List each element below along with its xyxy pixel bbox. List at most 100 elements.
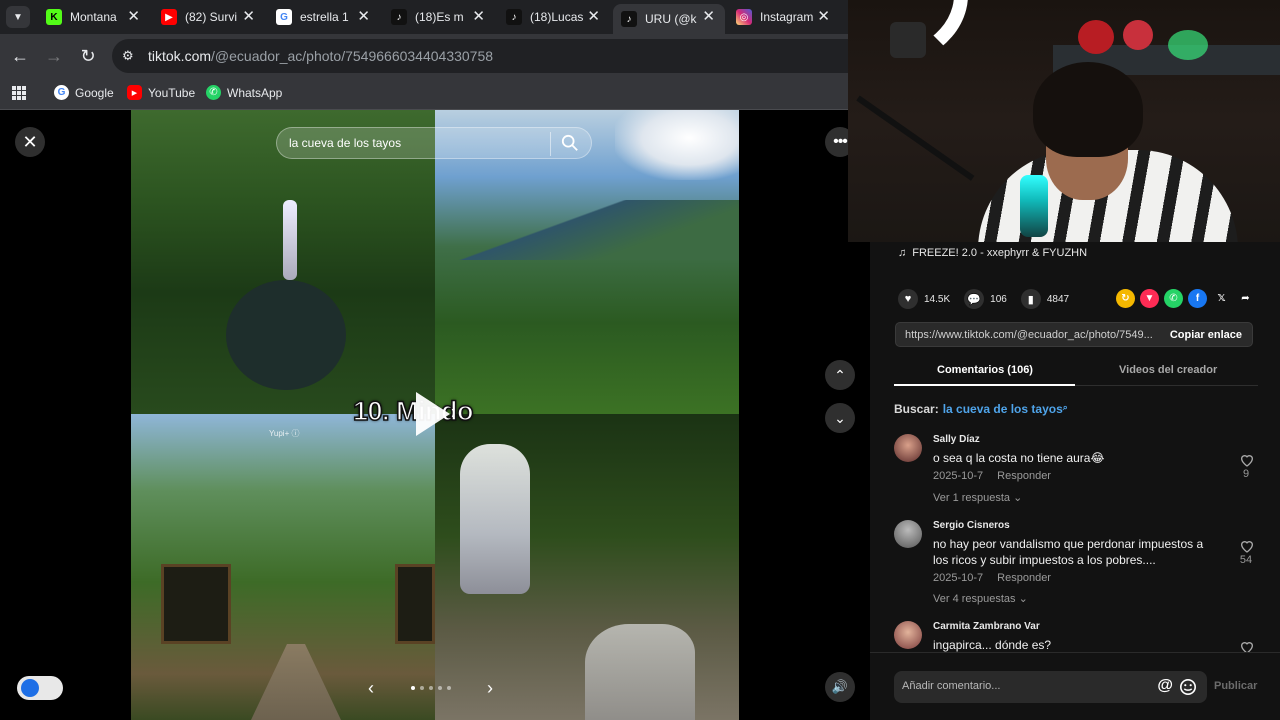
- previous-post-button[interactable]: ⌃: [825, 360, 855, 390]
- bookmark-label: WhatsApp: [227, 85, 283, 100]
- comment-text: ingapirca... dónde es?: [933, 638, 1052, 652]
- close-tab-icon[interactable]: ✕: [817, 9, 830, 25]
- tab-label: (82) Survi: [185, 10, 238, 24]
- tab-tiktok-active[interactable]: ♪ URU (@k ✕: [613, 4, 725, 34]
- tab-tiktok-2[interactable]: ♪ (18)Lucas ✕: [498, 4, 610, 30]
- next-photo-icon[interactable]: ›: [487, 678, 493, 699]
- tab-instagram[interactable]: ◎ Instagram ✕: [728, 4, 840, 30]
- tab-label: estrella 1: [300, 10, 349, 24]
- play-icon[interactable]: [416, 392, 450, 436]
- close-viewer-button[interactable]: ✕: [15, 127, 45, 157]
- bookmark-youtube[interactable]: ▶ YouTube: [127, 85, 195, 100]
- share-arrow-icon[interactable]: ➦: [1236, 289, 1255, 308]
- mention-icon[interactable]: @: [1157, 677, 1173, 695]
- publish-button[interactable]: Publicar: [1214, 680, 1257, 692]
- music-track[interactable]: ♫ FREEZE! 2.0 - xxephyrr & FYUZHN: [898, 247, 1087, 259]
- tab-label: Montana: [70, 10, 117, 24]
- overlay-search-text: la cueva de los tayos: [289, 136, 402, 150]
- comment-author[interactable]: Carmita Zambrano Var: [933, 621, 1040, 632]
- bookmark-whatsapp[interactable]: ✆ WhatsApp: [206, 85, 282, 100]
- save-count: 4847: [1046, 293, 1070, 305]
- bookmarks-bar: G Google ▶ YouTube ✆ WhatsApp: [0, 78, 848, 110]
- reply-button[interactable]: Responder: [997, 470, 1051, 482]
- browser-toolbar: ← → ↻ ⚙ tiktok.com/@ecuador_ac/photo/754…: [0, 34, 848, 78]
- comment-count: 106: [990, 293, 1007, 305]
- view-replies-button[interactable]: Ver 4 respuestas ⌄: [933, 592, 1028, 605]
- reload-icon[interactable]: ↻: [76, 44, 100, 68]
- tab-youtube[interactable]: ▶ (82) Survi ✕: [153, 4, 265, 30]
- site-info-icon[interactable]: ⚙: [122, 48, 134, 64]
- whatsapp-icon[interactable]: ✆: [1164, 289, 1183, 308]
- heart-outline-icon[interactable]: [1239, 452, 1255, 468]
- like-button[interactable]: ♥ 14.5K: [898, 289, 950, 309]
- photo-watermark: Yupi+ ⓘ: [269, 429, 300, 438]
- tab-search-button[interactable]: ▼: [6, 6, 30, 28]
- heart-outline-icon[interactable]: [1239, 538, 1255, 554]
- music-note-icon: ♫: [898, 247, 907, 259]
- post-link-box: https://www.tiktok.com/@ecuador_ac/photo…: [895, 322, 1253, 347]
- panel-tabs: Comentarios (106) Videos del creador: [894, 360, 1258, 386]
- next-post-button[interactable]: ⌄: [825, 403, 855, 433]
- carousel-dots: [411, 686, 451, 690]
- google-icon: G: [54, 85, 69, 100]
- avatar[interactable]: [894, 520, 922, 548]
- search-icon: [561, 134, 578, 151]
- instagram-icon: ◎: [736, 9, 752, 25]
- like-count: 14.5K: [924, 293, 951, 305]
- volume-icon[interactable]: 🔊: [825, 672, 855, 702]
- tab-tiktok-1[interactable]: ♪ (18)Es m ✕: [383, 4, 495, 30]
- back-arrow-icon[interactable]: ←: [8, 44, 32, 68]
- tiktok-icon: ♪: [506, 9, 522, 25]
- close-tab-icon[interactable]: ✕: [127, 9, 140, 25]
- tab-creator-videos[interactable]: Videos del creador: [1119, 364, 1217, 376]
- tab-kick[interactable]: K Montana ✕: [38, 4, 150, 30]
- comment-meta: 2025-10-7 Responder: [933, 470, 1065, 482]
- close-tab-icon[interactable]: ✕: [702, 9, 715, 25]
- reply-button[interactable]: Responder: [997, 572, 1051, 584]
- save-button[interactable]: ▮ 4847: [1020, 289, 1070, 309]
- search-label: Buscar:: [894, 402, 939, 416]
- add-comment-input[interactable]: Añadir comentario... @: [894, 671, 1207, 703]
- comment-author[interactable]: Sergio Cisneros: [933, 520, 1010, 531]
- photo-caption: 10. Mindo: [352, 395, 474, 427]
- copy-link-button[interactable]: Copiar enlace: [1170, 329, 1242, 341]
- avatar[interactable]: [894, 621, 922, 649]
- facebook-icon[interactable]: f: [1188, 289, 1207, 308]
- close-tab-icon[interactable]: ✕: [587, 9, 600, 25]
- tiktok-icon: ♪: [391, 9, 407, 25]
- avatar[interactable]: [894, 434, 922, 462]
- close-tab-icon[interactable]: ✕: [242, 9, 255, 25]
- emoji-icon[interactable]: [1179, 678, 1197, 696]
- photo-collage[interactable]: la cueva de los tayos 10. Mindo Yupi+ ⓘ …: [131, 110, 739, 720]
- tab-label: (18)Lucas: [530, 10, 584, 24]
- search-term-link[interactable]: la cueva de los tayos: [943, 402, 1063, 416]
- youtube-icon: ▶: [161, 9, 177, 25]
- park-entrance-photo: [131, 414, 435, 720]
- repost-icon[interactable]: ↻: [1116, 289, 1135, 308]
- kick-icon: K: [46, 9, 62, 25]
- tab-google[interactable]: G estrella 1 ✕: [268, 4, 380, 30]
- close-tab-icon[interactable]: ✕: [357, 9, 370, 25]
- bookmark-icon: ▮: [1020, 289, 1041, 309]
- tab-comments[interactable]: Comentarios (106): [937, 364, 1033, 376]
- comment-button[interactable]: 💬 106: [964, 289, 1007, 309]
- send-icon[interactable]: ▼: [1140, 289, 1159, 308]
- autoscroll-toggle[interactable]: [17, 676, 63, 700]
- address-bar[interactable]: ⚙ tiktok.com/@ecuador_ac/photo/754966603…: [112, 39, 848, 73]
- engagement-stats: ♥ 14.5K 💬 106 ▮ 4847: [898, 289, 1083, 309]
- tab-strip: ▼ K Montana ✕ ▶ (82) Survi ✕ G estrella …: [0, 0, 848, 34]
- bookmark-google[interactable]: G Google: [54, 85, 114, 100]
- google-icon: G: [276, 9, 292, 25]
- tab-label: URU (@k: [645, 12, 697, 26]
- view-replies-button[interactable]: Ver 1 respuesta ⌄: [933, 491, 1022, 504]
- forward-arrow-icon[interactable]: →: [42, 44, 66, 68]
- close-tab-icon[interactable]: ✕: [472, 9, 485, 25]
- music-title: FREEZE! 2.0 - xxephyrr & FYUZHN: [912, 247, 1088, 259]
- apps-grid-icon[interactable]: [12, 86, 26, 100]
- heart-icon: ♥: [898, 289, 918, 309]
- x-icon[interactable]: 𝕏: [1212, 289, 1231, 308]
- comment-author[interactable]: Sally Díaz: [933, 434, 980, 445]
- previous-photo-icon[interactable]: ‹: [368, 678, 374, 699]
- youtube-icon: ▶: [127, 85, 142, 100]
- post-link-text[interactable]: https://www.tiktok.com/@ecuador_ac/photo…: [905, 329, 1160, 341]
